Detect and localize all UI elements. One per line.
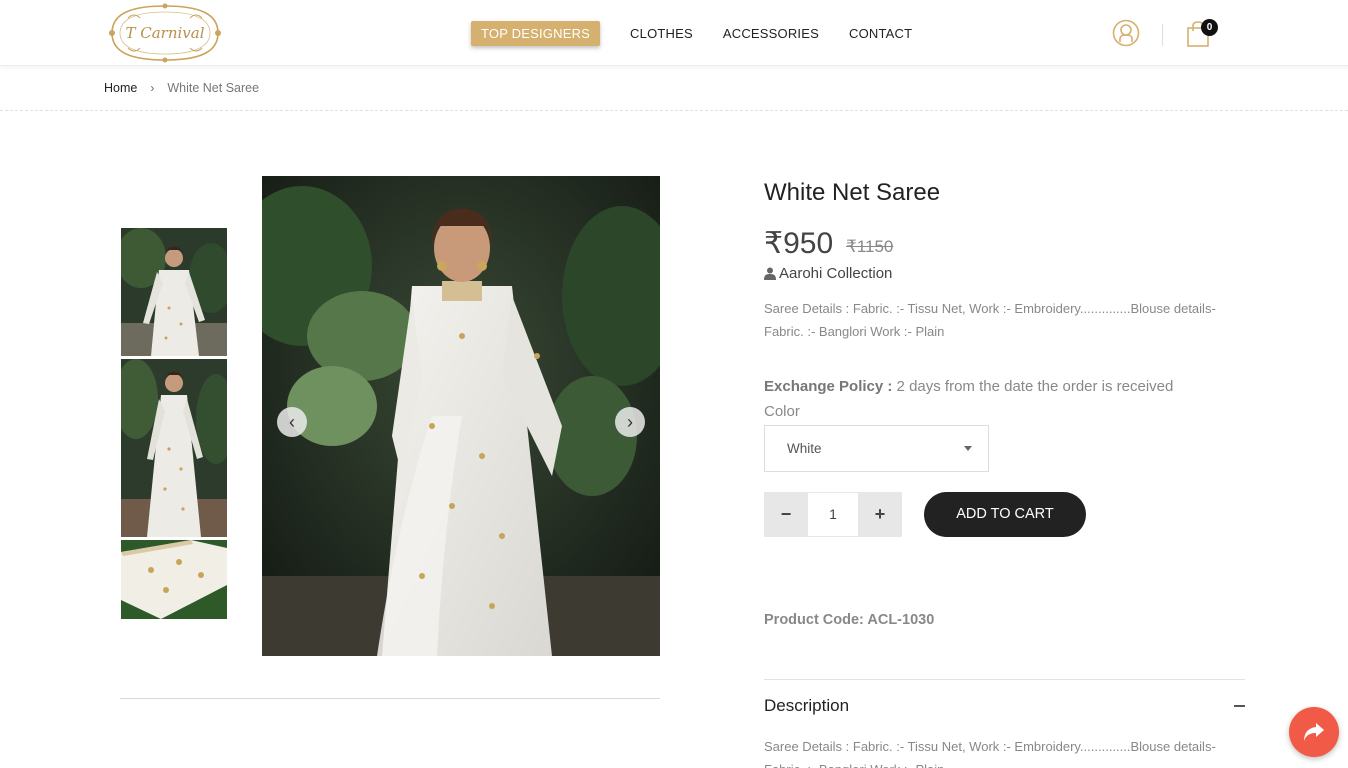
product-price: ₹950 <box>764 227 834 260</box>
thumbnail-1[interactable] <box>121 228 227 356</box>
product-brand-name: Aarohi Collection <box>779 265 893 282</box>
description-collapse-icon[interactable] <box>1234 705 1245 707</box>
header-divider <box>1162 24 1163 46</box>
exchange-policy-value: 2 days from the date the order is receiv… <box>892 378 1174 395</box>
quantity-stepper: − 1 + <box>764 492 902 537</box>
product-title: White Net Saree <box>764 179 941 206</box>
quantity-increase-button[interactable]: + <box>858 492 902 537</box>
product-code: Product Code: ACL-1030 <box>764 612 935 628</box>
breadcrumb-divider <box>0 110 1348 111</box>
caret-down-icon <box>964 446 972 451</box>
user-account-icon[interactable] <box>1112 19 1140 47</box>
share-icon <box>1304 723 1324 741</box>
product-brand[interactable]: Aarohi Collection <box>764 265 892 282</box>
description-text: Saree Details : Fabric. :- Tissu Net, Wo… <box>764 739 1216 768</box>
share-button[interactable] <box>1289 707 1339 757</box>
logo-text: T Carnival <box>125 24 204 42</box>
product-old-price: ₹1150 <box>846 237 894 256</box>
thumbnail-2[interactable] <box>121 359 227 537</box>
user-icon <box>764 267 776 280</box>
exchange-policy-label: Exchange Policy : <box>764 378 893 395</box>
product-details: Saree Details : Fabric. :- Tissu Net, Wo… <box>764 301 1216 339</box>
breadcrumb-current: White Net Saree <box>167 81 260 95</box>
color-select-value: White <box>787 441 822 456</box>
site-logo[interactable]: T Carnival <box>106 2 224 64</box>
gallery-next-arrow[interactable]: › <box>615 407 645 437</box>
description-divider <box>764 679 1245 680</box>
quantity-decrease-button[interactable]: − <box>764 492 808 537</box>
breadcrumb-home-link[interactable]: Home <box>104 81 137 95</box>
color-label: Color <box>764 403 800 420</box>
breadcrumb: Home › White Net Saree <box>104 81 259 95</box>
description-title[interactable]: Description <box>764 696 849 716</box>
nav-clothes[interactable]: CLOTHES <box>630 26 693 41</box>
gallery-divider <box>120 698 660 699</box>
thumbnail-3[interactable] <box>121 540 227 619</box>
main-nav: TOP DESIGNERS CLOTHES ACCESSORIES CONTAC… <box>471 21 942 46</box>
gallery-prev-arrow[interactable]: ‹ <box>277 407 307 437</box>
nav-accessories[interactable]: ACCESSORIES <box>723 26 819 41</box>
nav-contact[interactable]: CONTACT <box>849 26 912 41</box>
nav-top-designers[interactable]: TOP DESIGNERS <box>471 21 601 46</box>
site-header: T Carnival TOP DESIGNERS CLOTHES ACCESSO… <box>0 0 1348 66</box>
add-to-cart-button[interactable]: ADD TO CART <box>924 492 1086 537</box>
quantity-input[interactable]: 1 <box>808 493 858 536</box>
cart-count-badge: 0 <box>1201 19 1218 36</box>
exchange-policy: Exchange Policy : 2 days from the date t… <box>764 378 1173 395</box>
breadcrumb-separator: › <box>150 81 155 95</box>
color-select[interactable]: White <box>764 425 989 472</box>
main-product-image <box>262 176 660 656</box>
